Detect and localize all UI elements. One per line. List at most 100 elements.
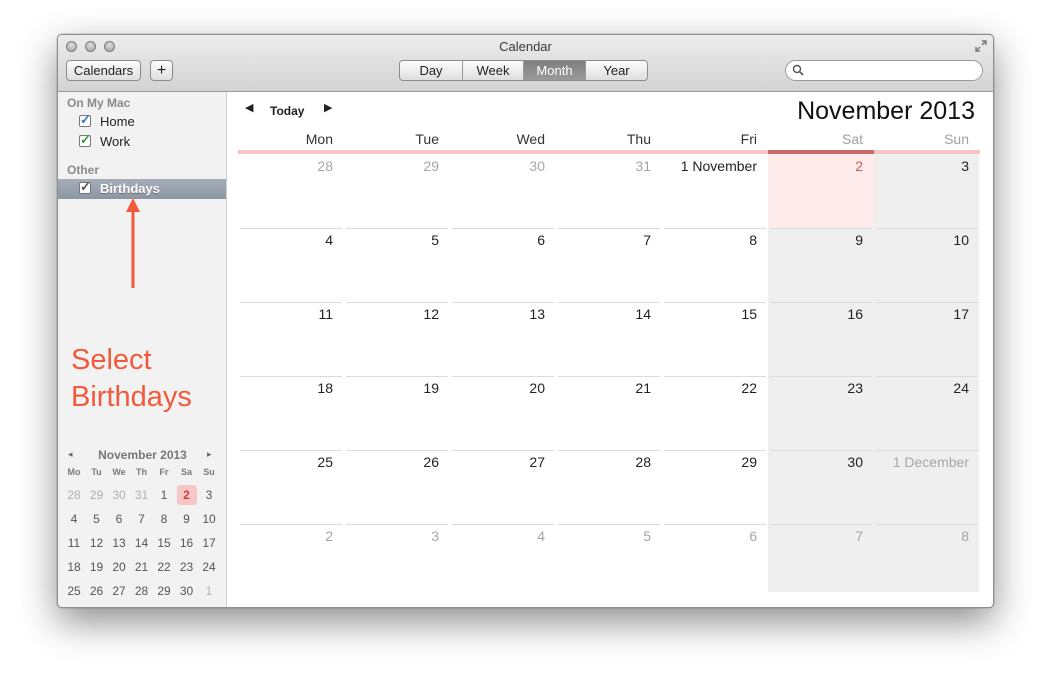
day-cell[interactable]: 29 [662, 454, 757, 470]
search-field[interactable] [785, 60, 983, 81]
day-cell[interactable]: 8 [874, 528, 969, 544]
mini-day-cell[interactable]: 13 [109, 533, 129, 553]
day-cell[interactable]: 1 November [662, 158, 757, 174]
mini-day-cell[interactable]: 18 [64, 557, 84, 577]
mini-day-cell[interactable]: 22 [154, 557, 174, 577]
mini-day-cell[interactable]: 21 [132, 557, 152, 577]
mini-day-cell[interactable]: 3 [199, 485, 219, 505]
day-cell[interactable]: 28 [238, 158, 333, 174]
day-cell[interactable]: 6 [662, 528, 757, 544]
mini-day-cell[interactable]: 17 [199, 533, 219, 553]
cell-divider [876, 302, 978, 303]
mini-day-cell[interactable]: 5 [87, 509, 107, 529]
day-cell[interactable]: 17 [874, 306, 969, 322]
day-cell[interactable]: 30 [450, 158, 545, 174]
day-cell[interactable]: 4 [450, 528, 545, 544]
day-cell[interactable]: 13 [450, 306, 545, 322]
day-cell[interactable]: 2 [238, 528, 333, 544]
day-cell[interactable]: 14 [556, 306, 651, 322]
next-month-icon[interactable]: ▶ [324, 101, 332, 114]
day-cell[interactable]: 15 [662, 306, 757, 322]
day-cell[interactable]: 2 [768, 158, 863, 174]
mini-day-cell[interactable]: 28 [132, 581, 152, 601]
mini-day-cell[interactable]: 1 [154, 485, 174, 505]
cell-divider [664, 524, 766, 525]
mini-day-cell[interactable]: 10 [199, 509, 219, 529]
mini-day-cell[interactable]: 30 [177, 581, 197, 601]
mini-day-cell[interactable]: 9 [177, 509, 197, 529]
mini-day-cell[interactable]: 30 [109, 485, 129, 505]
mini-day-cell[interactable]: 11 [64, 533, 84, 553]
calendars-button[interactable]: Calendars [66, 60, 141, 81]
mini-day-cell[interactable]: 23 [177, 557, 197, 577]
day-cell[interactable]: 30 [768, 454, 863, 470]
mini-day-cell[interactable]: 28 [64, 485, 84, 505]
calendar-item-home[interactable]: ✓ Home [58, 112, 226, 132]
day-cell[interactable]: 5 [556, 528, 651, 544]
day-cell[interactable]: 9 [768, 232, 863, 248]
day-cell[interactable]: 19 [344, 380, 439, 396]
mini-day-cell[interactable]: 20 [109, 557, 129, 577]
mini-day-cell[interactable]: 14 [132, 533, 152, 553]
day-cell[interactable]: 24 [874, 380, 969, 396]
search-input[interactable] [806, 62, 980, 81]
day-cell[interactable]: 21 [556, 380, 651, 396]
day-cell[interactable]: 29 [344, 158, 439, 174]
day-cell[interactable]: 12 [344, 306, 439, 322]
day-cell[interactable]: 4 [238, 232, 333, 248]
day-cell[interactable]: 18 [238, 380, 333, 396]
mini-day-cell[interactable]: 16 [177, 533, 197, 553]
mini-day-cell[interactable]: 6 [109, 509, 129, 529]
day-cell[interactable]: 28 [556, 454, 651, 470]
mini-day-cell[interactable]: 12 [87, 533, 107, 553]
weekday-header: Tue [415, 131, 439, 147]
mini-day-cell[interactable]: 7 [132, 509, 152, 529]
mini-day-cell[interactable]: 27 [109, 581, 129, 601]
mini-day-cell[interactable]: 26 [87, 581, 107, 601]
day-cell[interactable]: 3 [874, 158, 969, 174]
work-checkbox[interactable]: ✓ [79, 132, 91, 147]
day-cell[interactable]: 23 [768, 380, 863, 396]
day-cell[interactable]: 31 [556, 158, 651, 174]
mini-day-cell[interactable]: 19 [87, 557, 107, 577]
day-cell[interactable]: 27 [450, 454, 545, 470]
day-cell[interactable]: 3 [344, 528, 439, 544]
day-cell[interactable]: 11 [238, 306, 333, 322]
day-cell[interactable]: 25 [238, 454, 333, 470]
day-cell[interactable]: 26 [344, 454, 439, 470]
tab-year[interactable]: Year [586, 61, 647, 80]
birthdays-checkbox[interactable]: ✓ [79, 179, 91, 194]
tab-month[interactable]: Month [524, 61, 586, 80]
tab-week[interactable]: Week [463, 61, 524, 80]
mini-next-arrow-icon[interactable]: ▸ [207, 449, 212, 460]
calendar-item-work[interactable]: ✓ Work [58, 132, 226, 152]
fullscreen-icon[interactable] [974, 39, 988, 53]
today-button[interactable]: Today [270, 104, 304, 118]
home-checkbox[interactable]: ✓ [79, 112, 91, 127]
day-cell[interactable]: 1 December [874, 454, 969, 470]
mini-day-cell[interactable]: 4 [64, 509, 84, 529]
day-cell[interactable]: 16 [768, 306, 863, 322]
day-cell[interactable]: 22 [662, 380, 757, 396]
day-cell[interactable]: 7 [556, 232, 651, 248]
mini-day-cell[interactable]: 1 [199, 581, 219, 601]
mini-day-cell[interactable]: 31 [132, 485, 152, 505]
day-cell[interactable]: 5 [344, 232, 439, 248]
day-cell[interactable]: 20 [450, 380, 545, 396]
mini-day-cell[interactable]: 29 [154, 581, 174, 601]
mini-day-cell[interactable]: 15 [154, 533, 174, 553]
tab-day[interactable]: Day [400, 61, 463, 80]
day-cell[interactable]: 10 [874, 232, 969, 248]
day-cell[interactable]: 6 [450, 232, 545, 248]
mini-day-cell[interactable]: 29 [87, 485, 107, 505]
mini-day-cell[interactable]: 2 [176, 485, 197, 505]
weekday-header: Sat [841, 131, 863, 147]
day-cell[interactable]: 7 [768, 528, 863, 544]
calendar-item-birthdays[interactable]: ✓ Birthdays [58, 179, 226, 199]
mini-day-cell[interactable]: 8 [154, 509, 174, 529]
mini-day-cell[interactable]: 25 [64, 581, 84, 601]
add-event-button[interactable]: + [150, 60, 173, 81]
day-cell[interactable]: 8 [662, 232, 757, 248]
mini-day-cell[interactable]: 24 [199, 557, 219, 577]
prev-month-icon[interactable]: ◀ [245, 101, 253, 114]
